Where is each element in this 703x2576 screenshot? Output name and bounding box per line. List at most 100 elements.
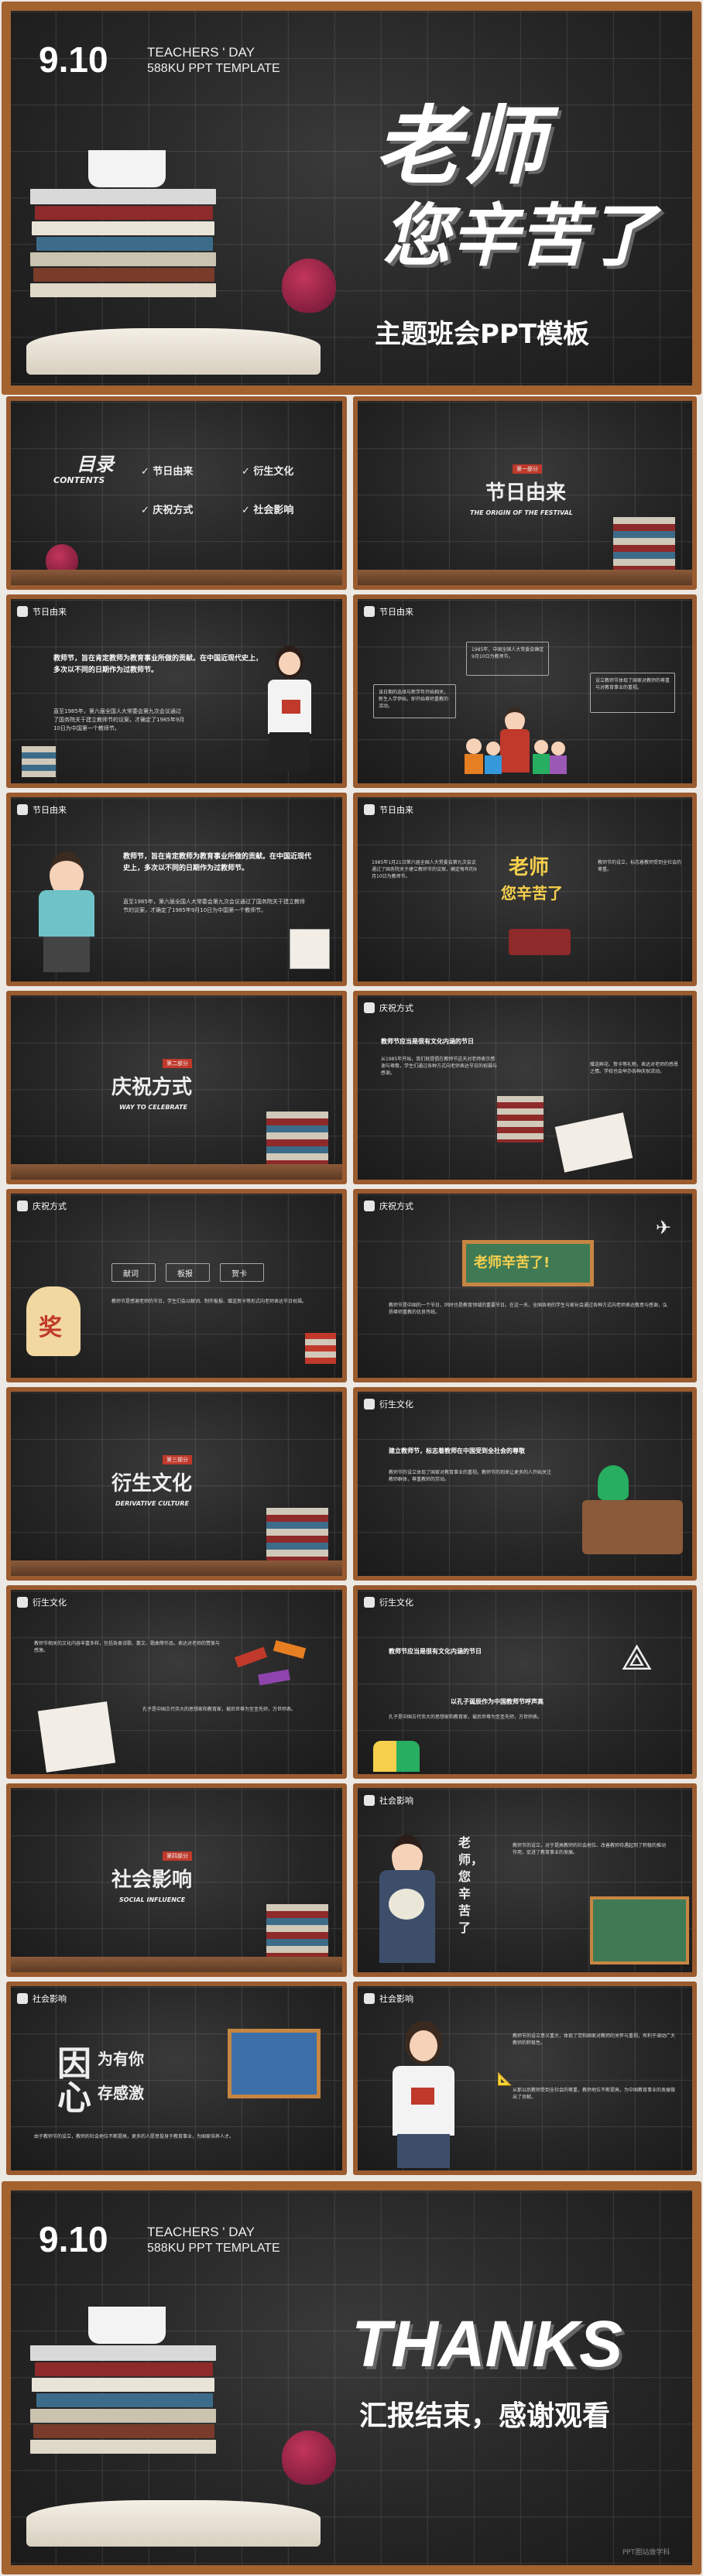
slide-heading: 教师节应当是很有文化内涵的节日 [381,1038,474,1045]
option-button-2[interactable]: 板报 [166,1263,210,1282]
flying-books-illustration [234,1640,321,1690]
cover-title-line2: 您辛苦了 [382,195,656,276]
toc-item-1[interactable]: ✓ 节日由来 [141,463,193,478]
toc-slide: 目录 CONTENTS ✓ 节日由来 ✓ 衍生文化 ✓ 庆祝方式 ✓ 社会影响 [6,396,347,590]
slide-body: 直至1985年，第六届全国人大常委会第九次会议通过了国务院关于建立教师节的议案，… [53,708,185,731]
culture-slide-3: 衍生文化 教师节应当是很有文化内涵的节日 以孔子诞辰作为中国教师节呼声高 孔子是… [353,1585,697,1779]
section-tag: 庆祝方式 [17,1200,67,1212]
hero-small-text-1: 为有你 [98,2050,144,2068]
toc-title: 目录 [77,454,114,475]
toc-item-2-label: 衍生文化 [253,466,294,478]
slide-body: 孔子是中国古代伟大的思想家和教育家，被后世尊为至圣先师，万世师表。 [389,1714,543,1720]
section-title: 庆祝方式 [111,1076,193,1099]
section-badge: 第四部分 [163,1852,192,1861]
slide-body: 直至1985年，第六届全国人大常委会第九次会议通过了国务院关于建立教师节的议案，… [123,899,305,913]
option-button-3-label: 贺卡 [231,1270,247,1279]
vase-illustration [282,259,336,313]
section-slide-celebrate: 第二部分 庆祝方式 WAY TO CELEBRATE [6,991,347,1184]
toc-item-2[interactable]: ✓ 衍生文化 [242,463,293,478]
vase-illustration [282,2430,336,2485]
section-badge: 第二部分 [163,1059,192,1068]
info-box-3: 设立教师节体现了国家对教师的尊重与对教育事业的重视。 [590,673,675,713]
mini-blackboard-text: 老师辛苦了! [474,1255,550,1271]
student-reading-illustration [598,1465,629,1500]
desk-edge [358,570,692,585]
books-stack-illustration [266,1508,328,1562]
slide-text-right: 赠送鲜花、贺卡等礼物，表达对老师的感恩之情。学校也会举办各种庆祝活动。 [590,1062,679,1074]
slide-body-1: 教师节的设立意义重大，体现了党和国家对教师的关怀与重视，有利于调动广大教师的积极… [513,2033,676,2046]
classroom-illustration [228,2029,321,2098]
cover-subtitle: 主题班会PPT模板 [375,319,590,350]
books-stack-illustration [613,517,675,571]
books-stack-illustration [30,189,220,313]
thanks-title: THANKS [352,2307,622,2380]
female-teacher-illustration [385,2021,462,2168]
slide-body: 由于教师节的设立，教师的社会地位不断提高，更多的人愿意投身于教育事业，为国家培养… [34,2134,235,2139]
section-tag: 社会影响 [364,1794,413,1807]
option-button-1[interactable]: 献词 [111,1263,156,1282]
coffee-cup-illustration [88,150,166,187]
section-tag-label: 社会影响 [379,1994,413,2004]
info-box-1: 1985年，中国全国人大常委会确定9月10日为教师节。 [466,642,549,676]
section-tag-label: 衍生文化 [379,1598,413,1608]
compass-icon: ⟁ [621,1636,653,1678]
tag-icon [17,1597,28,1608]
section-badge: 第三部分 [163,1455,192,1464]
hero-small-text-2: 存感激 [98,2084,144,2102]
section-tag: 社会影响 [364,1992,413,2005]
slide-heading: 教师节，旨在肯定教师为教育事业所做的贡献。在中国近现代史上，多次以不同的日期作为… [123,853,312,872]
box-title-1: 教师节应当是很有文化内涵的节日 [389,1648,482,1655]
final-template: 588KU PPT TEMPLATE [147,2242,280,2255]
paper-plane-icon: ✈ [656,1217,672,1238]
box-title-2: 以孔子诞辰作为中国教师节呼声高 [451,1698,544,1705]
slide-body: 从1985年开始，我们就提倡在教师节这天对老师表示感谢与尊敬，学生们通过各种方式… [381,1057,498,1076]
paper-bag-illustration [290,929,330,969]
section-subtitle: THE ORIGIN OF THE FESTIVAL [470,509,573,516]
origin-slide-4: 节日由来 1985年1月21日第六届全国人大常委会第九次会议通过了国务院关于建立… [353,793,697,986]
section-title: 社会影响 [111,1869,193,1892]
origin-slide-2: 节日由来 1985年，中国全国人大常委会确定9月10日为教师节。 该日期的选择与… [353,594,697,788]
section-title: 衍生文化 [111,1472,193,1495]
celebrate-slide-1: 庆祝方式 教师节应当是很有文化内涵的节日 从1985年开始，我们就提倡在教师节这… [353,991,697,1184]
award-jar-illustration: 奖 [26,1286,81,1356]
section-tag-label: 庆祝方式 [379,1201,413,1211]
tag-icon [17,804,28,815]
tag-icon [364,1002,375,1013]
info-box-1-text: 1985年，中国全国人大常委会确定9月10日为教师节。 [472,647,544,659]
slide-body: 教师节是中国的一个节日，同时也是教育领域的重要节日。在这一天，全国各地的学生与家… [389,1303,668,1315]
vertical-slogan: 老师，您辛苦了 [458,1835,484,1935]
section-tag: 庆祝方式 [364,1200,413,1212]
toc-item-4-label: 社会影响 [253,505,294,516]
thanks-subtitle: 汇报结束，感谢观看 [359,2400,611,2432]
info-box-2: 该日期的选择与新学年开始相关，新生入学伊始，即开始尊师重教的活动。 [373,684,456,718]
toc-item-3-label: 庆祝方式 [153,505,194,516]
sign-illustration: 老师 您辛苦了 [493,844,586,960]
desk-edge [11,1560,342,1576]
toc-item-4[interactable]: ✓ 社会影响 [242,502,293,516]
slide-body-2: 从那以后教师受到全社会的尊重，教师地位不断提高，为中国教育事业的发展做出了贡献。 [513,2088,676,2100]
section-tag: 衍生文化 [364,1398,413,1410]
desk-edge [11,1957,342,1972]
desk-edge [11,570,342,585]
papers-illustration [37,1701,116,1773]
celebrate-slide-2: 庆祝方式 献词 板报 贺卡 教师节是感谢老师的节日，学生们会以献词、制作板报、赠… [6,1189,347,1382]
watermark-text: PPT圈站做学科 [622,2549,670,2557]
celebrate-slide-3: 庆祝方式 老师辛苦了! 教师节是中国的一个节日，同时也是教育领域的重要节日。在这… [353,1189,697,1382]
info-box-3-text: 设立教师节体现了国家对教师的尊重与对教育事业的重视。 [595,678,670,690]
info-box-2-text: 该日期的选择与新学年开始相关，新生入学伊始，即开始尊师重教的活动。 [379,690,449,709]
sign-line-1: 老师 [509,856,550,879]
desk-edge [11,1164,342,1180]
tag-icon [364,1993,375,2004]
option-button-3[interactable]: 贺卡 [220,1263,264,1282]
section-tag-label: 节日由来 [379,805,413,815]
chalk-texture [358,995,692,1180]
social-slide-2: 社会影响 因 为有你 心 存感激 由于教师节的设立，教师的社会地位不断提高，更多… [6,1982,347,2175]
section-tag-label: 节日由来 [33,805,67,815]
tag-icon [364,1399,375,1410]
teacher-illustration [259,646,321,777]
books-stack-illustration [266,1112,328,1166]
final-date: 9.10 [39,2219,108,2259]
section-title: 节日由来 [485,481,567,505]
toc-item-3[interactable]: ✓ 庆祝方式 [141,502,193,516]
cover-date: 9.10 [39,39,108,80]
